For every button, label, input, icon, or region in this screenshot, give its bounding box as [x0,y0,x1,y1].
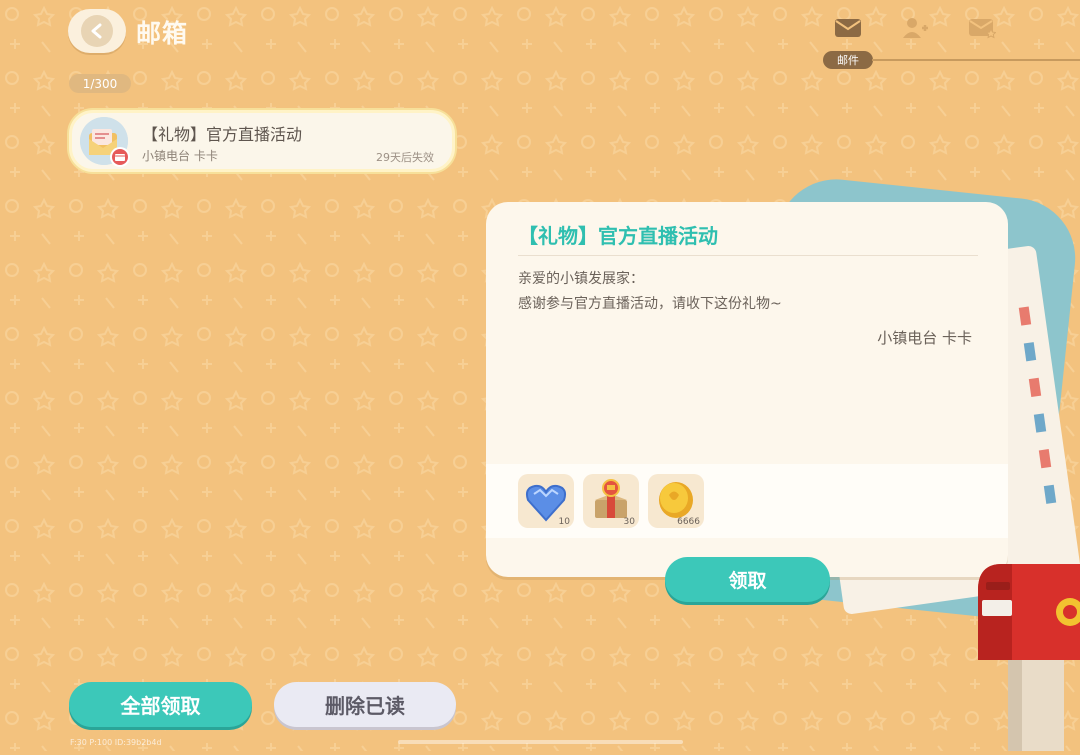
reward-count: 10 [558,517,570,527]
mail-detail-card: 【礼物】官方直播活动 亲爱的小镇发展家： 感谢参与官方直播活动，请收下这份礼物~… [486,202,1008,577]
mail-item-title: 【礼物】官方直播活动 [142,125,303,144]
tab-mail-label: 邮件 [823,51,873,69]
reward-list: 10 30 6666 [486,464,1008,538]
claim-button[interactable]: 领取 [665,557,830,602]
delete-read-button[interactable]: 删除已读 [274,682,456,727]
mailbox-decoration [972,560,1080,751]
envelope-icon[interactable] [834,16,862,40]
mail-list-item[interactable]: 【礼物】官方直播活动 小镇电台 卡卡 29天后失效 [69,110,455,172]
mail-counter: 1/300 [69,74,131,93]
page-title: 邮箱 [136,19,189,48]
chevron-left-icon [81,15,113,47]
mail-item-sender: 小镇电台 卡卡 [142,149,218,163]
home-indicator[interactable] [398,740,683,744]
envelope-star-icon[interactable] [968,16,997,40]
detail-title: 【礼物】官方直播活动 [518,224,718,248]
tab-underline [872,59,1080,61]
detail-body: 感谢参与官方直播活动，请收下这份礼物~ [518,296,782,312]
reward-count: 30 [623,517,635,527]
detail-signature: 小镇电台 卡卡 [877,329,972,347]
back-button[interactable] [68,9,126,53]
claim-all-button[interactable]: 全部领取 [69,682,252,727]
mail-item-expiry: 29天后失效 [376,151,434,164]
mail-envelope-icon [80,117,130,167]
reward-item[interactable]: 30 [583,474,639,528]
reward-count: 6666 [677,517,700,527]
divider [518,255,978,256]
reward-item[interactable]: 6666 [648,474,704,528]
add-friend-icon[interactable] [901,16,929,40]
reward-item[interactable]: 10 [518,474,574,528]
debug-info: F:30 P:100 ID:39b2b4d [70,738,162,747]
detail-greeting: 亲爱的小镇发展家： [518,271,644,287]
